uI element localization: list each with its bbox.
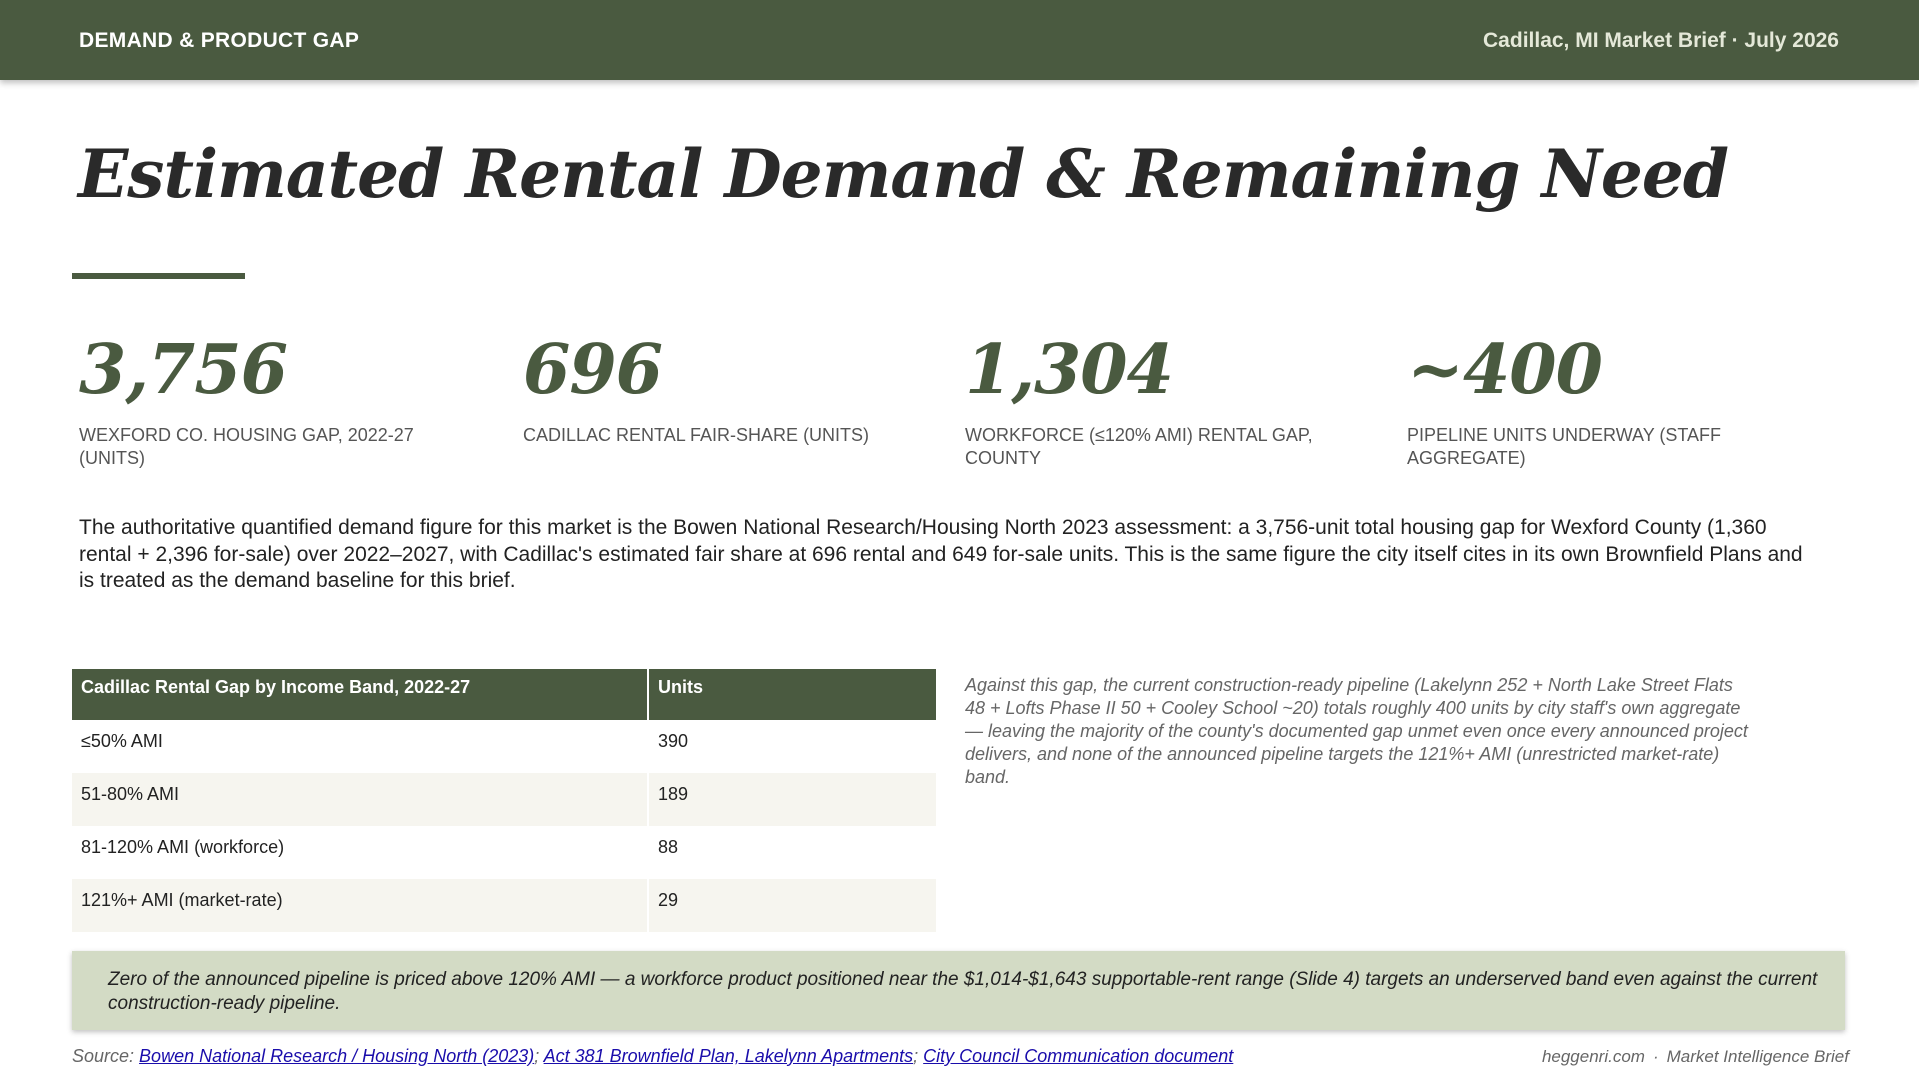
source-link-bowen[interactable]: Bowen National Research / Housing North … [139, 1046, 534, 1066]
table-row: 51-80% AMI 189 [72, 773, 936, 826]
table-cell-band: 81-120% AMI (workforce) [72, 826, 649, 879]
table-cell-band: ≤50% AMI [72, 720, 649, 773]
stat-value: 1,304 [965, 330, 1174, 410]
section-label: DEMAND & PRODUCT GAP [79, 29, 360, 52]
footer-dot: · [1652, 1047, 1659, 1066]
source-link-brownfield-plan[interactable]: Act 381 Brownfield Plan, Lakelynn Apartm… [544, 1046, 914, 1066]
stat-value: 696 [523, 330, 663, 410]
callout-text: Zero of the announced pipeline is priced… [108, 969, 1818, 1014]
stat-label: Wexford Co. Housing Gap, 2022-27 (Units) [79, 425, 414, 468]
stat-value: 3,756 [79, 330, 288, 410]
footer-credit: heggenri.com · Market Intelligence Brief [1542, 1047, 1849, 1067]
footer-site: heggenri.com [1541, 1047, 1645, 1066]
source-line: Source: Bowen National Research / Housin… [72, 1046, 1233, 1067]
table-cell-units: 88 [658, 837, 679, 857]
stat-label: Workforce (≤120% AMI) Rental Gap, County [965, 425, 1313, 468]
table-header-band: Cadillac Rental Gap by Income Band, 2022… [72, 669, 649, 720]
stat-label: Pipeline Units Underway (Staff Aggregate… [1407, 425, 1722, 468]
table-header-units: Units [648, 669, 936, 720]
table-cell-units: 390 [658, 731, 689, 751]
source-separator: ; [534, 1046, 544, 1066]
stat-workforce-gap: 1,304 Workforce (≤120% AMI) Rental Gap, … [965, 330, 1345, 470]
source-prefix: Source: [72, 1046, 140, 1066]
stat-housing-gap: 3,756 Wexford Co. Housing Gap, 2022-27 (… [79, 330, 459, 470]
footer-tag: Market Intelligence Brief [1666, 1047, 1849, 1066]
title-underline [72, 273, 245, 279]
stat-value: ~400 [1407, 330, 1603, 410]
top-header-bar: DEMAND & PRODUCT GAP Cadillac, MI Market… [0, 0, 1919, 80]
table-cell-units: 29 [648, 879, 936, 932]
pipeline-note: Against this gap, the current constructi… [965, 675, 1748, 787]
callout-box: Zero of the announced pipeline is priced… [72, 951, 1845, 1030]
table-cell-units: 189 [648, 773, 936, 826]
table-row: ≤50% AMI 390 [72, 720, 936, 773]
page-title: Estimated Rental Demand & Remaining Need [78, 135, 1729, 213]
table-cell-band: 51-80% AMI [72, 773, 649, 826]
intro-paragraph: The authoritative quantified demand figu… [79, 516, 1803, 592]
source-link-council-document[interactable]: City Council Communication document [923, 1046, 1233, 1066]
rental-gap-table: Cadillac Rental Gap by Income Band, 2022… [72, 669, 936, 932]
source-separator: ; [913, 1046, 924, 1066]
stat-label: Cadillac Rental Fair-Share (Units) [523, 425, 870, 445]
stat-pipeline-units: ~400 Pipeline Units Underway (Staff Aggr… [1407, 330, 1787, 470]
table-row: 121%+ AMI (market-rate) 29 [72, 879, 936, 932]
stat-rental-fair-share: 696 Cadillac Rental Fair-Share (Units) [523, 330, 903, 447]
brief-label: Cadillac, MI Market Brief · July 2026 [1483, 29, 1839, 52]
table-header-row: Cadillac Rental Gap by Income Band, 2022… [72, 669, 936, 720]
table-row: 81-120% AMI (workforce) 88 [72, 826, 936, 879]
table-cell-band: 121%+ AMI (market-rate) [72, 879, 649, 932]
